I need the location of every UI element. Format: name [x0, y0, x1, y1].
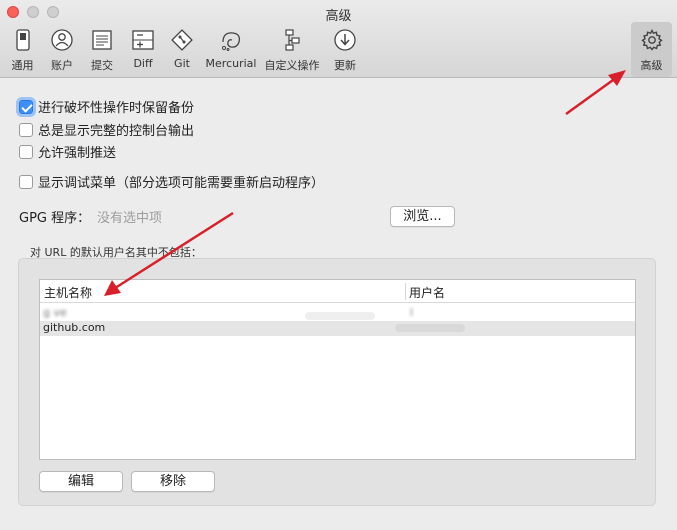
- redaction-smear: [395, 324, 465, 332]
- edit-button[interactable]: 编辑: [39, 471, 123, 492]
- download-icon: [334, 29, 356, 51]
- toolbar-item-diff[interactable]: Diff: [130, 28, 156, 70]
- url-exclusions-table[interactable]: 主机名称 用户名 g ve l github.com: [39, 279, 636, 460]
- browse-button[interactable]: 浏览...: [390, 206, 455, 227]
- title-bar: 高级 通用 账户 提交 Diff Git Mercurial 自定义操作 更新 …: [0, 0, 677, 78]
- toolbar-item-commit[interactable]: 提交: [89, 28, 115, 73]
- column-header-username[interactable]: 用户名: [409, 284, 445, 301]
- document-icon: [92, 30, 112, 50]
- custom-actions-icon: [285, 29, 300, 51]
- debug-menu-label: 显示调试菜单（部分选项可能需要重新启动程序）: [38, 176, 325, 191]
- row-host: github.com: [43, 321, 106, 334]
- force-push-checkbox[interactable]: [19, 144, 33, 159]
- toolbar-item-custom-actions[interactable]: 自定义操作: [263, 28, 321, 73]
- option-force-push[interactable]: 允许强制推送: [19, 142, 116, 161]
- gear-icon: [640, 28, 663, 51]
- keep-backup-checkbox[interactable]: [16, 96, 36, 117]
- show-console-label: 总是显示完整的控制台输出: [38, 124, 195, 139]
- gpg-program-value: 没有选中项: [97, 211, 163, 226]
- preferences-window: 高级 通用 账户 提交 Diff Git Mercurial 自定义操作 更新 …: [0, 0, 677, 530]
- debug-menu-checkbox[interactable]: [19, 174, 33, 189]
- gpg-program-label: GPG 程序：: [19, 211, 91, 226]
- git-icon: [171, 29, 193, 51]
- switch-icon: [15, 29, 30, 51]
- toolbar-item-advanced[interactable]: 高级: [638, 28, 665, 73]
- option-debug-menu[interactable]: 显示调试菜单（部分选项可能需要重新启动程序）: [19, 172, 324, 191]
- option-keep-backup[interactable]: 进行破坏性操作时保留备份: [16, 96, 195, 117]
- row-username: l: [410, 306, 414, 319]
- redaction-smear: [305, 312, 375, 320]
- force-push-label: 允许强制推送: [38, 146, 117, 161]
- table-header: 主机名称 用户名: [40, 280, 635, 303]
- column-divider: [405, 283, 406, 300]
- window-title: 高级: [325, 9, 352, 24]
- row-host: g ve: [43, 306, 67, 319]
- remove-button[interactable]: 移除: [131, 471, 215, 492]
- show-console-checkbox[interactable]: [19, 122, 33, 137]
- diff-icon: [132, 30, 154, 50]
- toolbar-item-updates[interactable]: 更新: [332, 28, 358, 73]
- keep-backup-label: 进行破坏性操作时保留备份: [38, 101, 195, 116]
- table-row[interactable]: g ve l: [40, 306, 635, 321]
- table-row[interactable]: github.com: [40, 321, 635, 336]
- toolbar-item-git[interactable]: Git: [170, 28, 194, 70]
- toolbar-item-mercurial[interactable]: Mercurial: [205, 28, 257, 70]
- toolbar-item-general[interactable]: 通用: [10, 28, 35, 73]
- option-show-console[interactable]: 总是显示完整的控制台输出: [19, 120, 194, 139]
- toolbar-item-accounts[interactable]: 账户: [49, 28, 75, 73]
- column-header-host[interactable]: 主机名称: [44, 284, 92, 301]
- mercurial-icon: [221, 32, 241, 51]
- person-icon: [51, 29, 73, 51]
